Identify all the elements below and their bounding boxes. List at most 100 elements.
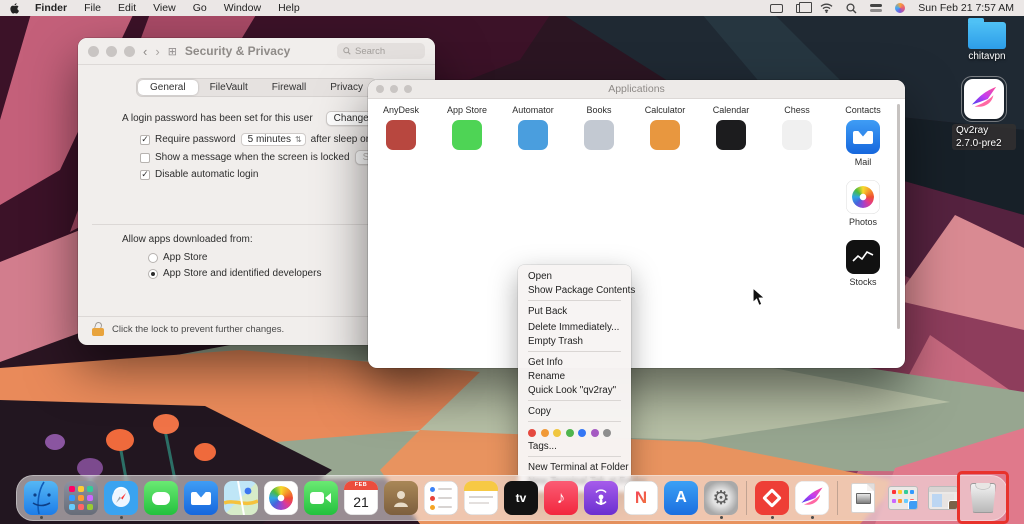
forward-icon[interactable]: › [155,45,159,58]
wifi-icon[interactable] [820,2,833,14]
show-all-icon[interactable]: ⊞ [168,45,177,58]
menu-item-new-terminal-at-folder[interactable]: New Terminal at Folder [518,460,631,474]
radio-app-store[interactable] [148,253,158,263]
app-icon-partial[interactable] [698,120,764,180]
app-label-books: Books [566,105,632,115]
windows-stack-icon[interactable] [796,2,807,14]
menu-item-tags-[interactable]: Tags... [518,439,631,453]
menu-item-finder[interactable]: Finder [35,2,67,14]
menu-bar-clock[interactable]: Sun Feb 21 7:57 AM [918,2,1014,14]
menu-item-file[interactable]: File [84,2,101,14]
app-icon-partial[interactable] [500,120,566,180]
safari-icon [104,481,138,515]
dock-item-app-store[interactable]: A [663,478,699,518]
dock-item-launchpad[interactable] [63,478,99,518]
app-icon-partial[interactable] [368,120,434,180]
control-center-icon[interactable] [870,2,882,14]
app-icon-partial[interactable] [632,120,698,180]
scrollbar[interactable] [897,104,900,329]
app-icon-partial[interactable] [764,120,830,180]
close-button[interactable] [88,46,99,57]
menu-item-get-info[interactable]: Get Info [518,355,631,369]
desktop-icon-qv2ray[interactable]: Qv2ray 2.7.0-pre2 [952,76,1016,150]
dock-item-safari[interactable] [103,478,139,518]
news-letter: N [635,488,647,508]
search-icon [343,47,351,55]
display-icon[interactable] [770,2,783,14]
lock-icon[interactable] [92,322,104,336]
dock-item-maps[interactable] [223,478,259,518]
app-icon-partial[interactable] [434,120,500,180]
tag-color-dot[interactable] [603,429,611,437]
dock-item-music[interactable]: ♪ [543,478,579,518]
dock-item-facetime[interactable] [303,478,339,518]
dock-item-messages[interactable] [143,478,179,518]
dock-item-trash[interactable] [965,478,1001,518]
minimize-button[interactable] [106,46,117,57]
menu-item-quick-look-qv2ray-[interactable]: Quick Look "qv2ray" [518,383,631,397]
menu-item-put-back[interactable]: Put Back [518,304,631,318]
tag-color-dot[interactable] [528,429,536,437]
app-label: Mail [855,157,872,167]
show-message-checkbox[interactable] [140,153,150,163]
app-icon-mail[interactable]: Mail [830,120,896,180]
dock-item-qv2ray[interactable] [794,478,830,518]
menu-item-window[interactable]: Window [224,2,261,14]
maps-icon [224,481,258,515]
menu-separator [528,421,621,422]
tag-color-dot[interactable] [578,429,586,437]
interval-dropdown[interactable]: 5 minutes⇅ [241,133,306,146]
dock-item-reminders[interactable] [423,478,459,518]
tab-general[interactable]: General [138,80,198,95]
require-password-label: Require password [155,134,236,145]
dock-item-system-preferences[interactable]: ⚙ [703,478,739,518]
menu-item-delete-immediately-[interactable]: Delete Immediately... [518,320,631,334]
menu-item-empty-trash[interactable]: Empty Trash [518,334,631,348]
dock-item-minimized-window-1[interactable] [885,478,921,518]
dock-item-photos[interactable] [263,478,299,518]
tab-privacy[interactable]: Privacy [318,80,375,95]
dock-item-podcasts[interactable] [583,478,619,518]
app-label-app-store: App Store [434,105,500,115]
dock-item-news[interactable]: N [623,478,659,518]
appstore-letter: A [675,489,687,507]
menu-item-show-package-contents[interactable]: Show Package Contents [518,283,631,297]
calendar-day: 21 [353,494,369,510]
dock-item-tv[interactable]: tv [503,478,539,518]
spotlight-icon[interactable] [846,2,857,14]
dock-item-mail[interactable] [183,478,219,518]
back-icon[interactable]: ‹ [143,45,147,58]
dock-item-notes[interactable] [463,478,499,518]
tag-color-dot[interactable] [591,429,599,437]
menu-item-open[interactable]: Open [518,269,631,283]
menu-item-edit[interactable]: Edit [118,2,136,14]
menu-item-rename[interactable]: Rename [518,369,631,383]
menu-item-copy[interactable]: Copy [518,404,631,418]
tab-firewall[interactable]: Firewall [260,80,318,95]
tag-color-dot[interactable] [566,429,574,437]
app-icon-partial[interactable] [566,120,632,180]
menu-item-view[interactable]: View [153,2,176,14]
menu-item-help[interactable]: Help [278,2,300,14]
disable-auto-login-checkbox[interactable]: ✓ [140,170,150,180]
desktop-icon-chitavpn[interactable]: chitavpn [955,22,1019,62]
menu-item-go[interactable]: Go [193,2,207,14]
tab-filevault[interactable]: FileVault [198,80,260,95]
search-input[interactable]: Search [337,43,425,59]
radio-identified-developers[interactable] [148,269,158,279]
dock-item-calendar[interactable]: FEB21 [343,478,379,518]
dock-item-minimized-window-2[interactable] [925,478,961,518]
zoom-button[interactable] [124,46,135,57]
dock-item-finder[interactable] [23,478,59,518]
app-icon-stocks[interactable]: Stocks [830,240,896,300]
require-password-checkbox[interactable]: ✓ [140,135,150,145]
dock-item-anydesk[interactable] [754,478,790,518]
dock-item-contacts[interactable] [383,478,419,518]
app-icon-photos[interactable]: Photos [830,180,896,240]
tag-color-dot[interactable] [541,429,549,437]
apple-menu-icon[interactable] [10,3,21,14]
dock-item-dmg-document[interactable] [845,478,881,518]
tag-color-dot[interactable] [553,429,561,437]
notes-icon [464,481,498,515]
status-app-icon[interactable] [895,2,905,14]
